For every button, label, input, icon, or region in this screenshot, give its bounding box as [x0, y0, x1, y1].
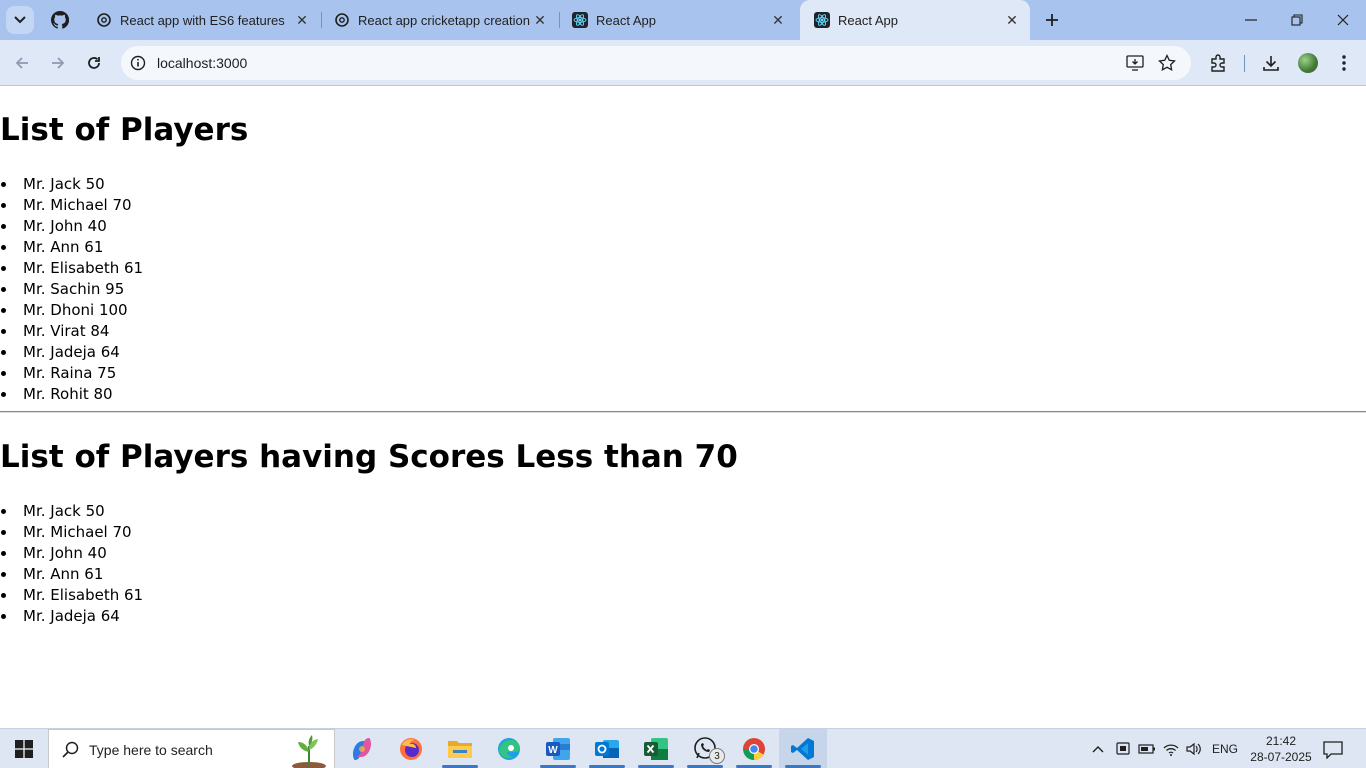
filtered-players-heading: List of Players having Scores Less than …: [0, 439, 738, 475]
word-icon[interactable]: W: [534, 729, 582, 768]
windows-logo-icon: [15, 740, 33, 758]
list-item: Mr. Ann 61: [0, 237, 143, 258]
menu-kebab-icon[interactable]: [1333, 52, 1355, 74]
list-item: Mr. Virat 84: [0, 321, 143, 342]
list-item: Mr. Jack 50: [0, 174, 143, 195]
players-heading: List of Players: [0, 112, 249, 148]
list-item: Mr. Raina 75: [0, 363, 143, 384]
firefox-icon[interactable]: [387, 729, 435, 768]
list-item: Mr. Jadeja 64: [0, 342, 143, 363]
list-item: Mr. Sachin 95: [0, 279, 143, 300]
close-icon[interactable]: ✕: [292, 10, 312, 30]
bookmark-star-icon[interactable]: [1157, 53, 1177, 73]
tab-search-button[interactable]: [6, 6, 34, 34]
section-divider: [0, 411, 1366, 413]
arrow-left-icon: [15, 57, 28, 69]
close-icon[interactable]: ✕: [1002, 10, 1022, 30]
tab-react-app[interactable]: React App ✕: [558, 0, 796, 40]
list-item: Mr. Michael 70: [0, 195, 143, 216]
start-button[interactable]: [0, 729, 48, 768]
chrome-icon[interactable]: [730, 729, 778, 768]
close-icon[interactable]: ✕: [530, 10, 550, 30]
plus-icon: [1046, 14, 1058, 26]
whatsapp-icon[interactable]: 3: [681, 729, 729, 768]
page-content: List of Players Mr. Jack 50 Mr. Michael 7…: [0, 87, 1366, 727]
tab-react-app-active[interactable]: React App ✕: [800, 0, 1030, 40]
profile-avatar[interactable]: [1298, 53, 1318, 73]
language-indicator[interactable]: ENG: [1212, 742, 1238, 756]
browser-tabstrip: React app with ES6 features ✕ React app …: [0, 0, 1366, 40]
taskbar-search[interactable]: Type here to search: [48, 729, 335, 768]
copilot-icon[interactable]: [338, 729, 386, 768]
reload-button[interactable]: [81, 50, 107, 76]
tab-cricketapp[interactable]: React app cricketapp creation ✕: [320, 0, 558, 40]
react-icon: [814, 12, 830, 28]
openai-icon: [96, 12, 112, 28]
list-item: Mr. Ann 61: [0, 564, 143, 585]
speaker-icon[interactable]: [1184, 739, 1204, 759]
whatsapp-badge: 3: [709, 748, 725, 764]
windows-taskbar: Type here to search W 3 ENG 21:42 28-07-…: [0, 728, 1366, 768]
file-explorer-icon[interactable]: [436, 729, 484, 768]
tab-title: React App: [838, 12, 898, 28]
edge-icon[interactable]: [485, 729, 533, 768]
plant-highlight-icon: [292, 735, 326, 768]
forward-button[interactable]: [45, 50, 71, 76]
address-url[interactable]: localhost:3000: [157, 55, 247, 71]
reload-icon: [88, 57, 100, 69]
search-icon: [62, 741, 79, 758]
wifi-icon[interactable]: [1161, 739, 1181, 759]
search-placeholder: Type here to search: [89, 742, 213, 758]
tab-title: React app with ES6 features: [120, 12, 285, 28]
browser-toolbar: localhost:3000: [0, 40, 1366, 86]
arrow-right-icon: [52, 57, 65, 69]
site-info-icon[interactable]: [129, 54, 147, 72]
list-item: Mr. John 40: [0, 216, 143, 237]
list-item: Mr. Dhoni 100: [0, 300, 143, 321]
clock-time: 21:42: [1265, 734, 1297, 748]
toolbar-divider: [1244, 55, 1245, 72]
close-window-button[interactable]: [1320, 0, 1366, 40]
outlook-icon[interactable]: [583, 729, 631, 768]
back-button[interactable]: [9, 50, 35, 76]
meet-now-icon[interactable]: [1113, 739, 1133, 759]
svg-text:W: W: [548, 745, 558, 756]
list-item: Mr. Jack 50: [0, 501, 143, 522]
github-icon[interactable]: [50, 10, 70, 30]
clock[interactable]: 21:42 28-07-2025: [1250, 733, 1312, 765]
react-icon: [572, 12, 588, 28]
openai-icon: [334, 12, 350, 28]
install-app-icon[interactable]: [1125, 53, 1145, 73]
chevron-up-icon[interactable]: [1088, 739, 1108, 759]
tab-title: React App: [596, 12, 656, 28]
downloads-icon[interactable]: [1260, 52, 1282, 74]
restore-button[interactable]: [1274, 0, 1320, 40]
chevron-down-icon: [14, 16, 26, 24]
list-item: Mr. John 40: [0, 543, 143, 564]
filtered-players-list: Mr. Jack 50 Mr. Michael 70 Mr. John 40 Mr. …: [0, 501, 143, 627]
list-item: Mr. Jadeja 64: [0, 606, 143, 627]
vscode-icon[interactable]: [779, 729, 827, 768]
close-icon: [1337, 14, 1349, 26]
notifications-icon[interactable]: [1322, 739, 1344, 761]
clock-date: 28-07-2025: [1250, 750, 1312, 764]
address-bar[interactable]: localhost:3000: [121, 46, 1191, 80]
tab-react-es6[interactable]: React app with ES6 features ✕: [82, 0, 320, 40]
list-item: Mr. Elisabeth 61: [0, 258, 143, 279]
excel-icon[interactable]: [632, 729, 680, 768]
minimize-button[interactable]: [1228, 0, 1274, 40]
restore-icon: [1291, 14, 1303, 26]
list-item: Mr. Michael 70: [0, 522, 143, 543]
players-list: Mr. Jack 50 Mr. Michael 70 Mr. John 40 Mr. …: [0, 174, 143, 405]
close-icon[interactable]: ✕: [768, 10, 788, 30]
list-item: Mr. Rohit 80: [0, 384, 143, 405]
extensions-icon[interactable]: [1207, 52, 1229, 74]
battery-icon[interactable]: [1137, 739, 1157, 759]
tab-title: React app cricketapp creation: [358, 12, 530, 28]
new-tab-button[interactable]: [1040, 8, 1064, 32]
list-item: Mr. Elisabeth 61: [0, 585, 143, 606]
minimize-icon: [1245, 19, 1257, 21]
